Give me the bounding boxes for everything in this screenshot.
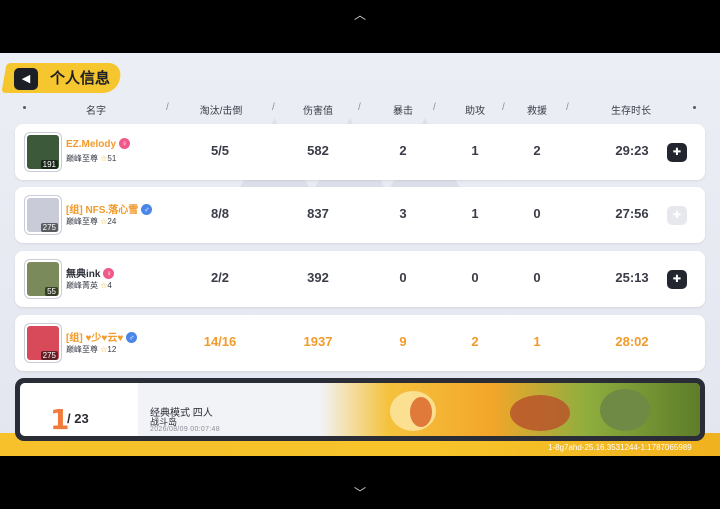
placement-tab [20, 383, 138, 436]
col-header-rescue: 救援 [527, 106, 547, 117]
avatar[interactable]: 191 [25, 133, 61, 171]
player-rank: 巅峰至尊 ☆24 [66, 216, 116, 227]
player-name: [组] NFS.落心雪 ♂ [66, 201, 153, 216]
col-header-elims: 淘汰/击倒 [199, 106, 243, 117]
add-friend-button[interactable]: ✚ [667, 270, 687, 289]
back-button[interactable]: ◀ [14, 68, 38, 90]
damage-value: 582 [307, 143, 329, 158]
back-arrow-icon: ◀ [21, 73, 31, 85]
player-name-text: [组] ♥少♥云♥ [66, 333, 124, 344]
crit-value: 9 [399, 334, 407, 349]
female-icon: ♀ [119, 138, 131, 149]
rescue-value: 1 [533, 334, 541, 349]
col-header-name: 名字 [86, 106, 106, 117]
rank-text: 巅峰菁英 [66, 281, 98, 290]
assist-value: 2 [471, 334, 479, 349]
player-name: EZ.Melody ♀ [66, 138, 131, 150]
col-header-damage: 伤害值 [303, 106, 333, 117]
header-separator: / [566, 102, 569, 113]
elims-value: 5/5 [210, 143, 230, 158]
rank-stars: 51 [107, 154, 117, 163]
session-id: 1-8g7ahd-25.16.3531244-1:1787065989 [548, 443, 692, 452]
header-separator: / [272, 102, 275, 113]
survival-value: 25:13 [615, 270, 649, 285]
crit-value: 2 [399, 143, 407, 158]
elims-value: 2/2 [210, 270, 230, 285]
avatar-level: 191 [40, 160, 58, 169]
damage-value: 837 [307, 206, 329, 221]
player-rank: 巅峰至尊 ☆51 [66, 153, 116, 164]
rank-text: 巅峰至尊 [66, 345, 98, 354]
rank-stars: 24 [107, 217, 117, 226]
rank-text: 巅峰至尊 [66, 217, 98, 226]
header-separator: / [358, 102, 361, 113]
damage-value: 392 [307, 270, 329, 285]
add-friend-button-disabled: ✚ [667, 206, 687, 225]
male-icon: ♂ [141, 204, 153, 215]
art-character [410, 397, 432, 427]
art-character [600, 389, 650, 431]
player-row: 275 [组] NFS.落心雪 ♂ 巅峰至尊 ☆24 8/8 837 3 1 0 … [15, 187, 705, 243]
col-header-crit: 暴击 [393, 106, 413, 117]
assist-value: 0 [471, 270, 479, 285]
avatar[interactable]: 275 [25, 324, 61, 362]
survival-value: 28:02 [615, 334, 649, 349]
rescue-value: 2 [533, 143, 541, 158]
elims-value: 8/8 [210, 206, 230, 221]
crit-value: 0 [399, 270, 407, 285]
art-character [510, 395, 570, 431]
rescue-value: 0 [533, 270, 541, 285]
expand-chevron-down-icon[interactable]: ﹀ [352, 486, 368, 500]
rank-stars: 12 [107, 345, 117, 354]
player-name: 無典ink ♀ [66, 265, 115, 280]
match-artwork [320, 383, 700, 436]
match-summary-card[interactable]: 1 / 23 经典模式 四人 战斗岛 2026/08/09 00:07:48 [15, 378, 705, 441]
rescue-value: 0 [533, 206, 541, 221]
damage-value: 1937 [303, 334, 333, 349]
header-separator: / [502, 102, 505, 113]
match-time: 2026/08/09 00:07:48 [150, 426, 220, 433]
avatar-level: 275 [40, 351, 58, 360]
header-separator: / [166, 102, 169, 113]
player-rank: 巅峰菁英 ☆4 [66, 280, 112, 291]
player-name-text: 無典ink [66, 269, 101, 280]
female-icon: ♀ [103, 268, 115, 279]
avatar[interactable]: 55 [25, 260, 61, 298]
rank-text: 巅峰至尊 [66, 154, 98, 163]
player-row: 55 無典ink ♀ 巅峰菁英 ☆4 2/2 392 0 0 0 25:13 ✚ [15, 251, 705, 307]
player-name-text: EZ.Melody [66, 139, 117, 150]
elims-value: 14/16 [203, 334, 237, 349]
player-rank: 巅峰至尊 ☆12 [66, 344, 116, 355]
survival-value: 29:23 [615, 143, 649, 158]
male-icon: ♂ [126, 332, 138, 343]
add-friend-button[interactable]: ✚ [667, 143, 687, 162]
player-row: 191 EZ.Melody ♀ 巅峰至尊 ☆51 5/5 582 2 1 2 29… [15, 124, 705, 180]
avatar[interactable]: 275 [25, 196, 61, 234]
add-friend-icon: ✚ [672, 274, 682, 285]
collapse-chevron-up-icon[interactable]: ︿ [352, 8, 368, 22]
header-separator: / [433, 102, 436, 113]
page-title: 个人信息 [50, 70, 111, 87]
survival-value: 27:56 [615, 206, 649, 221]
avatar-level: 55 [45, 287, 58, 296]
add-friend-icon: ✚ [672, 210, 682, 221]
placement-total: / 23 [67, 411, 89, 426]
match-summary-inner: 1 / 23 经典模式 四人 战斗岛 2026/08/09 00:07:48 [20, 383, 700, 436]
player-row-self: 275 [组] ♥少♥云♥ ♂ 巅峰至尊 ☆12 14/16 1937 9 2 1… [15, 315, 705, 371]
rank-stars: 4 [107, 281, 112, 290]
header-dot-left [23, 106, 26, 109]
player-name-text: [组] NFS.落心雪 [66, 205, 139, 216]
avatar-level: 275 [40, 223, 58, 232]
assist-value: 1 [471, 143, 479, 158]
player-name: [组] ♥少♥云♥ ♂ [66, 329, 138, 344]
header-dot-right [693, 106, 696, 109]
crit-value: 3 [399, 206, 407, 221]
col-header-assist: 助攻 [465, 106, 485, 117]
assist-value: 1 [471, 206, 479, 221]
col-header-survival: 生存时长 [611, 106, 651, 117]
add-friend-icon: ✚ [672, 147, 682, 158]
